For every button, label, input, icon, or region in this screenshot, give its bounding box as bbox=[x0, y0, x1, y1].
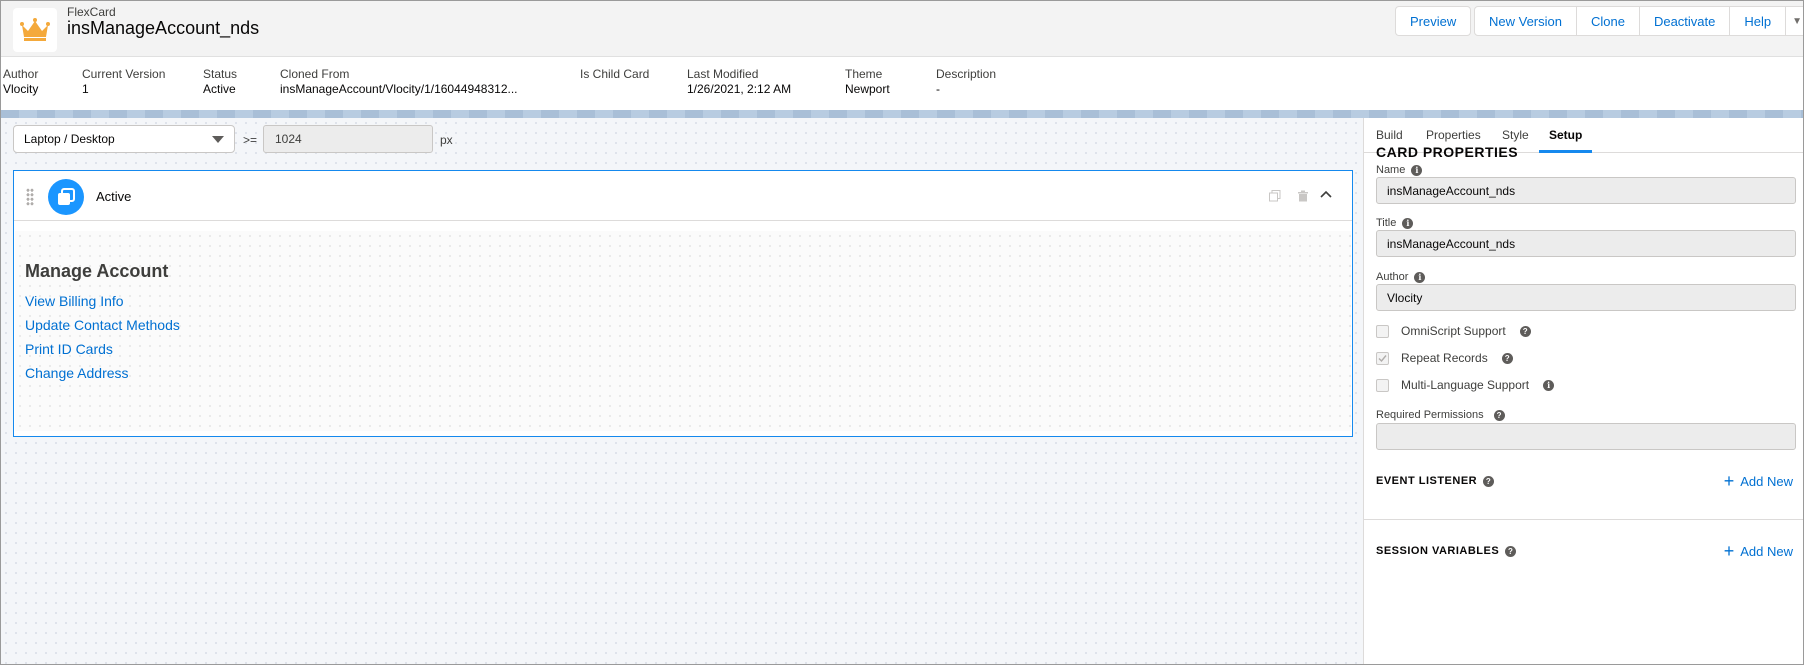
preview-button-group: Preview bbox=[1395, 6, 1472, 36]
required-permissions-label: Required Permissions ? bbox=[1376, 409, 1505, 421]
plus-icon: + bbox=[1723, 541, 1735, 561]
tab-properties[interactable]: Properties bbox=[1426, 128, 1481, 142]
chevron-up-icon[interactable] bbox=[1317, 185, 1335, 203]
crown-icon bbox=[13, 8, 57, 52]
device-select[interactable]: Laptop / Desktop bbox=[13, 125, 235, 153]
session-variables-heading: SESSION VARIABLES ? bbox=[1376, 545, 1517, 557]
help-button[interactable]: Help bbox=[1730, 7, 1787, 35]
copy-icon[interactable] bbox=[1267, 188, 1283, 204]
meta-cloned-from: Cloned From insManageAccount/Vlocity/1/1… bbox=[280, 67, 518, 96]
repeat-records-row: Repeat Records ? bbox=[1376, 351, 1513, 365]
card-properties-heading: CARD PROPERTIES bbox=[1376, 144, 1519, 160]
new-version-button[interactable]: New Version bbox=[1475, 7, 1577, 35]
meta-description: Description - bbox=[936, 67, 997, 96]
link-print-id-cards[interactable]: Print ID Cards bbox=[25, 341, 113, 357]
active-tab-indicator bbox=[1539, 150, 1592, 153]
state-header: Active bbox=[14, 171, 1352, 221]
properties-panel: Build Properties Style Setup CARD PROPER… bbox=[1363, 118, 1803, 664]
title-field[interactable]: insManageAccount_nds bbox=[1376, 230, 1796, 257]
flexcard-designer: FlexCard insManageAccount_nds Preview Ne… bbox=[0, 0, 1804, 665]
name-label: Name i bbox=[1376, 164, 1423, 176]
drag-handle-icon[interactable] bbox=[26, 188, 34, 206]
meta-theme: Theme Newport bbox=[845, 67, 890, 96]
clone-button[interactable]: Clone bbox=[1577, 7, 1640, 35]
more-actions-chevron-icon[interactable]: ▼ bbox=[1786, 7, 1803, 35]
tab-style[interactable]: Style bbox=[1502, 128, 1529, 142]
help-icon[interactable]: ? bbox=[1493, 409, 1505, 421]
card-title: Manage Account bbox=[25, 261, 169, 281]
header-bar: FlexCard insManageAccount_nds Preview Ne… bbox=[1, 1, 1803, 57]
help-icon[interactable]: ? bbox=[1505, 545, 1517, 557]
card-state-active[interactable]: Active Manage Account View Billing Info … bbox=[13, 170, 1353, 437]
caret-down-icon bbox=[212, 136, 224, 143]
link-update-contact-methods[interactable]: Update Contact Methods bbox=[25, 317, 180, 333]
meta-is-child-card: Is Child Card bbox=[580, 67, 650, 81]
event-listener-add-new-button[interactable]: + Add New bbox=[1723, 471, 1793, 491]
px-unit-label: px bbox=[440, 133, 453, 147]
info-icon[interactable]: i bbox=[1414, 271, 1426, 283]
link-view-billing-info[interactable]: View Billing Info bbox=[25, 293, 124, 309]
title-label: Title i bbox=[1376, 217, 1414, 229]
state-name: Active bbox=[96, 189, 132, 204]
meta-status: Status Active bbox=[203, 67, 238, 96]
info-icon[interactable]: i bbox=[1543, 379, 1555, 391]
action-button-group: New Version Clone Deactivate Help ▼ bbox=[1474, 6, 1803, 36]
record-type-label: FlexCard bbox=[67, 5, 116, 19]
author-label: Author i bbox=[1376, 271, 1426, 283]
card-meta: Author Vlocity Current Version 1 Status … bbox=[1, 58, 1803, 110]
meta-author: Author Vlocity bbox=[3, 67, 39, 96]
device-select-value: Laptop / Desktop bbox=[24, 132, 115, 146]
tab-build[interactable]: Build bbox=[1376, 128, 1403, 142]
state-icon bbox=[48, 179, 84, 215]
page-title: insManageAccount_nds bbox=[67, 18, 260, 38]
breakpoint-operator: >= bbox=[243, 133, 258, 147]
help-icon[interactable]: ? bbox=[1501, 352, 1513, 364]
header-divider-stripe bbox=[1, 110, 1803, 118]
tab-setup[interactable]: Setup bbox=[1549, 128, 1582, 142]
trash-icon[interactable] bbox=[1295, 188, 1311, 204]
omniscript-support-checkbox[interactable] bbox=[1376, 324, 1389, 338]
info-icon[interactable]: i bbox=[1411, 164, 1423, 176]
session-variables-add-new-button[interactable]: + Add New bbox=[1723, 541, 1793, 561]
meta-last-modified: Last Modified 1/26/2021, 2:12 AM bbox=[687, 67, 792, 96]
info-icon[interactable]: i bbox=[1402, 217, 1414, 229]
link-change-address[interactable]: Change Address bbox=[25, 365, 129, 381]
help-icon[interactable]: ? bbox=[1519, 325, 1531, 337]
section-divider bbox=[1364, 519, 1803, 520]
repeat-records-checkbox[interactable] bbox=[1376, 351, 1389, 365]
plus-icon: + bbox=[1723, 471, 1735, 491]
multi-language-support-row: Multi-Language Support i bbox=[1376, 378, 1555, 392]
event-listener-heading: EVENT LISTENER ? bbox=[1376, 475, 1495, 487]
preview-button[interactable]: Preview bbox=[1396, 7, 1470, 35]
breakpoint-width-input[interactable]: 1024 bbox=[263, 125, 433, 153]
design-canvas: Laptop / Desktop >= 1024 px Active Manag… bbox=[1, 118, 1363, 664]
meta-current-version: Current Version 1 bbox=[82, 67, 166, 96]
deactivate-button[interactable]: Deactivate bbox=[1640, 7, 1731, 35]
state-body: Manage Account View Billing Info Update … bbox=[15, 231, 1351, 431]
multi-language-support-checkbox[interactable] bbox=[1376, 378, 1389, 392]
author-field[interactable]: Vlocity bbox=[1376, 284, 1796, 311]
required-permissions-field[interactable] bbox=[1376, 423, 1796, 450]
help-icon[interactable]: ? bbox=[1483, 475, 1495, 487]
name-field[interactable]: insManageAccount_nds bbox=[1376, 177, 1796, 204]
omniscript-support-row: OmniScript Support ? bbox=[1376, 324, 1531, 338]
